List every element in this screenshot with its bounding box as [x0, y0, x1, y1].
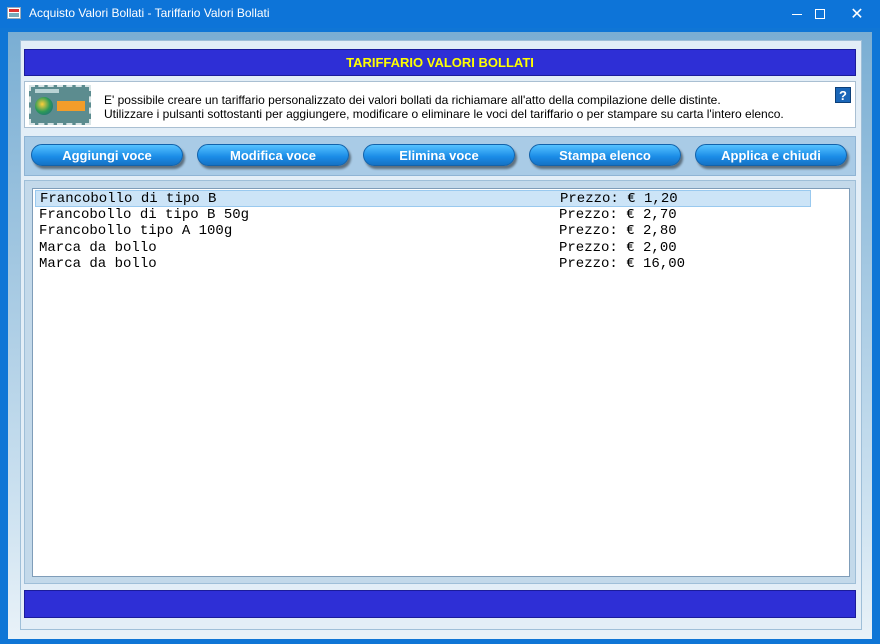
app-icon: [7, 7, 21, 19]
list-item-name: Marca da bollo: [39, 256, 157, 272]
close-icon: ✕: [850, 4, 864, 23]
list-item[interactable]: Francobollo di tipo B 50g Prezzo: € 2,70: [35, 207, 811, 224]
print-list-button[interactable]: Stampa elenco: [529, 144, 681, 166]
toolbar: Aggiungi voce Modifica voce Elimina voce…: [24, 136, 856, 176]
edit-entry-button[interactable]: Modifica voce: [197, 144, 349, 166]
info-text: E' possibile creare un tariffario person…: [104, 93, 784, 121]
list-item-name: Marca da bollo: [39, 239, 157, 256]
list-item[interactable]: Francobollo di tipo B Prezzo: € 1,20: [35, 190, 811, 207]
info-line-2: Utilizzare i pulsanti sottostanti per ag…: [104, 107, 784, 121]
list-item-price: Prezzo: € 2,80: [559, 223, 677, 239]
window-title: Acquisto Valori Bollati - Tariffario Val…: [29, 6, 270, 20]
delete-entry-button[interactable]: Elimina voce: [363, 144, 515, 166]
help-icon[interactable]: ?: [835, 87, 851, 103]
list-container: Francobollo di tipo B Prezzo: € 1,20 Franc…: [24, 180, 856, 584]
add-entry-button[interactable]: Aggiungi voce: [31, 144, 183, 166]
list-item-name: Francobollo di tipo B: [40, 191, 217, 207]
list-item[interactable]: Francobollo tipo A 100g Prezzo: € 2,80: [35, 223, 811, 240]
title-bar: Acquisto Valori Bollati - Tariffario Val…: [0, 0, 880, 28]
page-title: TARIFFARIO VALORI BOLLATI: [24, 49, 856, 76]
list-item-name: Francobollo di tipo B 50g: [39, 206, 250, 223]
info-box: E' possibile creare un tariffario person…: [24, 81, 856, 128]
apply-close-button[interactable]: Applica e chiudi: [695, 144, 847, 166]
list-item[interactable]: Marca da bollo Prezzo: € 16,00: [35, 256, 811, 273]
info-line-1: E' possibile creare un tariffario person…: [104, 93, 721, 107]
list-item-name: Francobollo tipo A 100g: [39, 223, 233, 239]
list-item-price: Prezzo: € 16,00: [559, 256, 686, 272]
list-item-price: Prezzo: € 1,20: [560, 191, 678, 207]
stamp-image: [29, 85, 91, 125]
list-item[interactable]: Marca da bollo Prezzo: € 2,00: [35, 240, 811, 257]
tariff-list[interactable]: Francobollo di tipo B Prezzo: € 1,20 Franc…: [32, 188, 850, 577]
close-button[interactable]: ✕: [834, 0, 880, 28]
maximize-icon: [815, 9, 825, 19]
list-item-price: Prezzo: € 2,00: [559, 239, 677, 256]
footer-bar: [24, 590, 856, 618]
list-item-price: Prezzo: € 2,70: [559, 206, 677, 223]
